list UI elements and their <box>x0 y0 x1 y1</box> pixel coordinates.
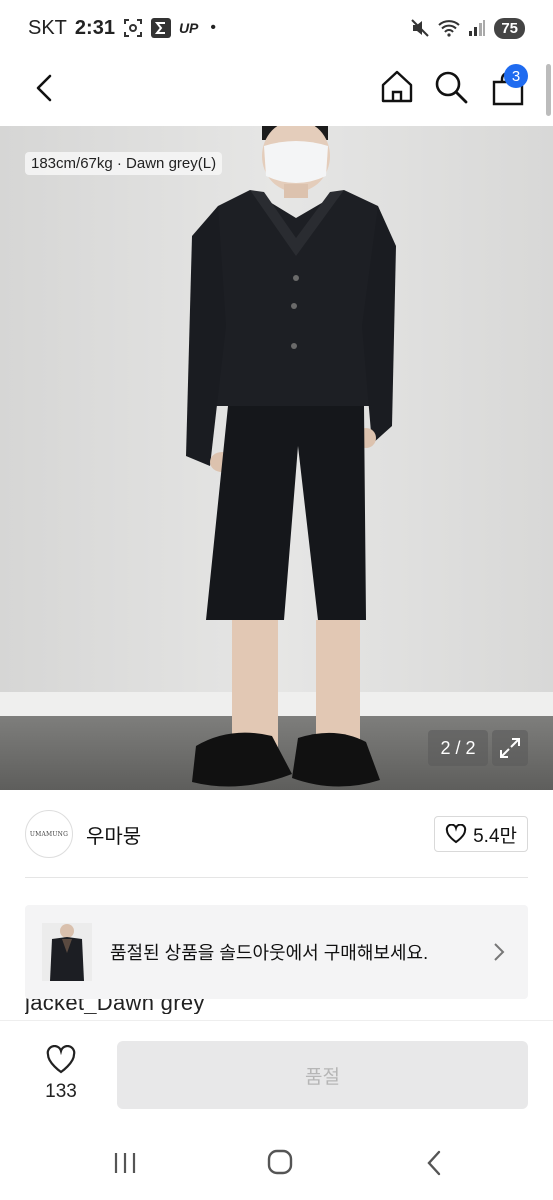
status-bar: SKT 2:31 UP • 75 <box>0 0 553 56</box>
wifi-icon <box>438 19 460 37</box>
store-like-button[interactable]: 5.4만 <box>434 816 528 852</box>
battery-indicator: 75 <box>494 17 525 39</box>
soldout-button[interactable]: 품절 <box>117 1041 528 1109</box>
seller-logo[interactable]: UMAMUNG <box>25 810 73 858</box>
heart-icon <box>445 824 467 844</box>
divider <box>25 877 528 878</box>
status-right: 75 <box>410 17 525 39</box>
image-page-counter: 2 / 2 <box>428 730 488 766</box>
status-left: SKT 2:31 UP • <box>28 17 216 40</box>
carrier-label: SKT <box>28 16 67 39</box>
model-size-tag: 183cm/67kg · Dawn grey(L) <box>25 152 223 175</box>
expand-image-button[interactable] <box>492 730 528 766</box>
heart-icon <box>46 1045 76 1074</box>
wishlist-button[interactable] <box>36 1045 86 1075</box>
back-icon <box>36 74 52 102</box>
nav-home-icon[interactable] <box>266 1148 294 1176</box>
nav-back-icon[interactable] <box>424 1148 444 1178</box>
bottom-action-bar: 133 품절 <box>0 1020 553 1126</box>
sigma-app-icon <box>150 18 171 38</box>
seller-name[interactable]: 우마뭉 <box>86 820 141 849</box>
store-like-count: 5.4만 <box>473 825 517 847</box>
up-app-icon: UP <box>178 20 199 36</box>
back-button[interactable] <box>28 70 64 106</box>
clock: 2:31 <box>74 16 115 39</box>
product-photo <box>0 126 553 790</box>
seller-row[interactable]: UMAMUNG 우마뭉 5.4만 <box>25 810 528 862</box>
banner-text: 품절된 상품을 솔드아웃에서 구매해보세요. <box>110 943 429 963</box>
recents-icon[interactable] <box>112 1150 138 1176</box>
notification-dot: • <box>210 19 216 36</box>
scroll-indicator <box>546 64 551 116</box>
app-header: 3 <box>0 56 553 126</box>
cart-count-badge: 3 <box>504 64 528 88</box>
chevron-right-icon <box>494 943 505 961</box>
banner-product-thumbnail <box>42 923 92 981</box>
soldout-promo-banner[interactable]: 품절된 상품을 솔드아웃에서 구매해보세요. <box>25 905 528 999</box>
system-nav-bar <box>0 1126 553 1200</box>
mute-icon <box>410 18 430 38</box>
search-icon <box>435 71 468 104</box>
home-button[interactable] <box>378 68 416 106</box>
signal-icon <box>468 19 486 37</box>
wishlist-count: 133 <box>45 1081 77 1102</box>
seller-logo-text: UMAMUNG <box>29 830 69 838</box>
search-button[interactable] <box>432 68 470 106</box>
home-icon <box>381 70 413 103</box>
screenshot-icon <box>123 18 143 38</box>
expand-icon <box>500 738 520 758</box>
product-image[interactable] <box>0 126 553 790</box>
